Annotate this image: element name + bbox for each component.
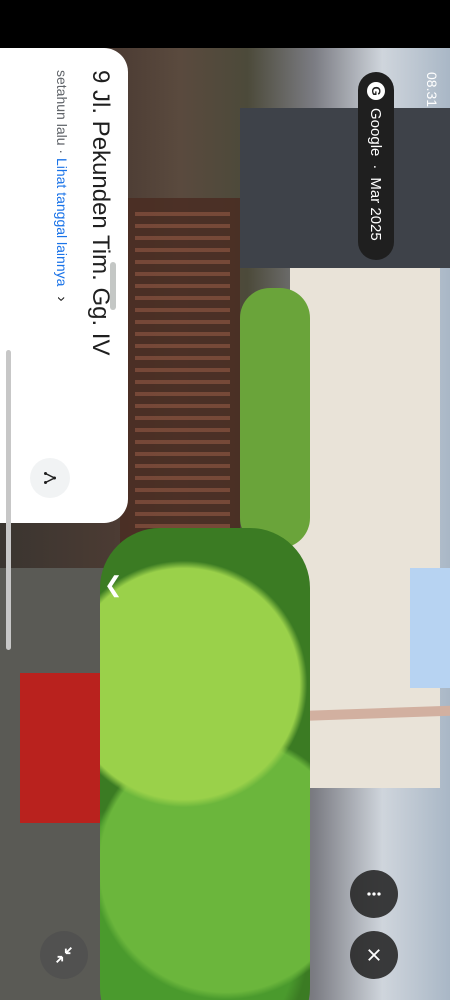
- share-button[interactable]: [30, 458, 70, 498]
- shrub: [240, 288, 310, 548]
- see-other-dates-link[interactable]: Lihat tanggal lainnya: [54, 158, 70, 286]
- card-drag-handle[interactable]: [110, 262, 116, 310]
- close-icon: [368, 949, 380, 961]
- collapse-button[interactable]: [40, 931, 88, 979]
- status-time-text: 08.31: [424, 72, 440, 108]
- status-bar: [0, 0, 450, 48]
- side-scroll-indicator: [6, 350, 11, 650]
- dot-separator: ·: [367, 164, 385, 170]
- place-address: 9 Jl. Pekunden Tim. Gg. IV: [87, 70, 114, 356]
- sky-patch: [410, 568, 450, 688]
- more-icon: [367, 892, 381, 896]
- status-time: 08.31: [418, 72, 440, 120]
- imagery-date-pill[interactable]: G Google · Mar 2025: [358, 72, 394, 260]
- share-icon: [44, 472, 57, 484]
- imagery-date: Mar 2025: [367, 177, 385, 241]
- imagery-age-line: setahun lalu · Lihat tanggal lainnya ›: [52, 70, 70, 302]
- foreground-plants: [100, 528, 310, 1000]
- close-button[interactable]: [350, 931, 398, 979]
- roof: [240, 108, 450, 268]
- place-card[interactable]: 9 Jl. Pekunden Tim. Gg. IV setahun lalu …: [0, 48, 128, 523]
- red-bench: [20, 673, 105, 823]
- chevron-down-icon[interactable]: ❮: [104, 572, 134, 597]
- place-card-content: 9 Jl. Pekunden Tim. Gg. IV setahun lalu …: [0, 48, 128, 523]
- collapse-icon: [56, 947, 72, 963]
- more-options-button[interactable]: [350, 870, 398, 918]
- imagery-date-pill-content: G Google · Mar 2025: [358, 72, 394, 260]
- chevron-right-icon: ›: [53, 296, 70, 302]
- imagery-provider: Google: [367, 108, 385, 157]
- imagery-age: setahun lalu ·: [54, 70, 70, 158]
- google-logo-icon: G: [367, 82, 385, 100]
